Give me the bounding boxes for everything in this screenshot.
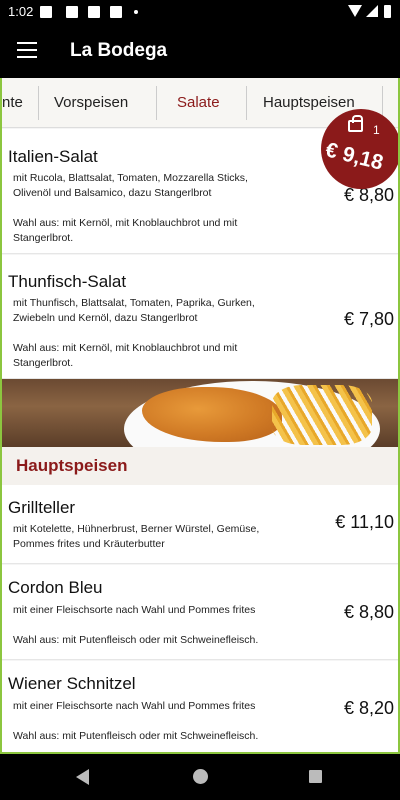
menu-item-cordon-bleu[interactable]: Cordon Bleu mit einer Fleischsorte nach … [2, 565, 398, 660]
item-description: mit Thunfisch, Blattsalat, Tomaten, Papr… [13, 297, 255, 324]
item-price: € 11,10 [335, 512, 394, 532]
tab-vorspeisen[interactable]: Vorspeisen [54, 86, 128, 120]
app-title: La Bodega [70, 40, 168, 61]
notification-icon [66, 6, 78, 18]
content-frame: nte Vorspeisen Salate Hauptspeisen Itali… [0, 78, 400, 754]
status-time: 1:02 [8, 4, 34, 19]
menu-item-wiener-schnitzel[interactable]: Wiener Schnitzel mit einer Fleischsorte … [2, 661, 398, 752]
notification-icon [110, 6, 122, 18]
item-choice: Wahl aus: mit Kernöl, mit Knoblauchbrot … [13, 217, 238, 244]
item-name: Grillteller [8, 498, 76, 517]
item-choice: Wahl aus: mit Kernöl, mit Knoblauchbrot … [13, 342, 238, 369]
item-description: mit Kotelette, Hühnerbrust, Berner Würst… [13, 523, 260, 550]
tab-divider [246, 86, 247, 120]
system-nav-bar [0, 754, 400, 800]
notification-icon [88, 6, 100, 18]
section-title: Hauptspeisen [16, 456, 128, 475]
cart-total: € 9,18 [323, 138, 386, 175]
item-choice: Wahl aus: mit Putenfleisch oder mit Schw… [13, 634, 259, 646]
item-name: Italien-Salat [8, 147, 98, 166]
home-icon[interactable] [193, 769, 208, 784]
hamburger-menu-icon[interactable] [17, 42, 37, 58]
item-price: € 7,80 [343, 309, 394, 329]
item-name: Wiener Schnitzel [8, 674, 136, 693]
fries-illustration [272, 385, 372, 445]
battery-icon [384, 5, 391, 18]
cart-count: 1 [373, 123, 380, 137]
back-icon[interactable] [76, 769, 89, 785]
tab-divider [38, 86, 39, 120]
menu-item-thunfisch-salat[interactable]: Thunfisch-Salat mit Thunfisch, Blattsala… [2, 255, 398, 379]
item-choice: Wahl aus: mit Putenfleisch oder mit Schw… [13, 730, 259, 742]
item-description: mit einer Fleischsorte nach Wahl und Pom… [13, 700, 256, 712]
cart-badge-button[interactable]: 1 € 9,18 [321, 109, 398, 189]
item-description: mit Rucola, Blattsalat, Tomaten, Mozzare… [13, 172, 248, 199]
item-name: Cordon Bleu [8, 578, 103, 597]
item-price: € 8,20 [343, 698, 394, 718]
tab-salate[interactable]: Salate [177, 86, 220, 120]
item-description: mit einer Fleischsorte nach Wahl und Pom… [13, 604, 256, 616]
status-bar: 1:02 [0, 0, 400, 24]
menu-item-grillteller[interactable]: Grillteller mit Kotelette, Hühnerbrust, … [2, 485, 398, 564]
notification-icon [40, 6, 52, 18]
section-header-hauptspeisen: Hauptspeisen [2, 447, 398, 485]
tab-divider [156, 86, 157, 120]
recents-icon[interactable] [309, 770, 322, 783]
shopping-bag-icon [348, 115, 363, 132]
more-notifications-icon [134, 10, 138, 14]
tab-desserte[interactable]: nte [2, 86, 23, 120]
item-name: Thunfisch-Salat [8, 272, 127, 291]
item-price: € 8,80 [343, 602, 394, 622]
signal-icon [366, 5, 378, 17]
section-banner-image [2, 379, 398, 447]
app-bar: La Bodega [0, 24, 400, 78]
wifi-icon [348, 5, 362, 17]
